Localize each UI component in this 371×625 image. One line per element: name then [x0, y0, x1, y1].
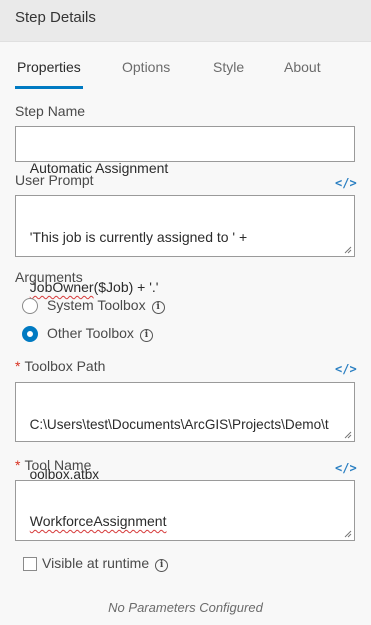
info-icon[interactable]: i [139, 329, 153, 342]
tool-name-value: WorkforceAssignment [29, 513, 167, 529]
tool-name-label-text: Tool Name [24, 457, 92, 473]
step-name-label: Step Name [15, 103, 86, 119]
code-icon[interactable]: </> [335, 176, 357, 190]
toolbox-path-label-text: Toolbox Path [24, 358, 106, 374]
user-prompt-line2-args: ($Job) + '.' [93, 279, 159, 295]
required-marker: * [15, 457, 21, 473]
required-marker: * [15, 358, 21, 374]
panel-title: Step Details [15, 9, 96, 26]
arguments-label: Arguments [15, 269, 83, 285]
radio-system-toolbox-label[interactable]: System Toolbox i [47, 297, 165, 314]
radio-system-toolbox[interactable] [22, 298, 38, 314]
tab-style[interactable]: Style [213, 59, 244, 75]
code-icon[interactable]: </> [335, 362, 357, 376]
tab-about[interactable]: About [284, 59, 321, 75]
info-icon[interactable]: i [151, 301, 165, 314]
resize-handle-icon[interactable] [344, 246, 352, 254]
other-toolbox-text: Other Toolbox [47, 325, 134, 341]
toolbox-path-label: * Toolbox Path [15, 358, 105, 374]
user-prompt-line1: 'This job is currently assigned to ' + [29, 229, 248, 245]
active-tab-indicator [15, 86, 83, 89]
code-icon[interactable]: </> [335, 461, 357, 475]
radio-other-toolbox-label[interactable]: Other Toolbox i [47, 325, 153, 342]
tool-name-textarea[interactable]: WorkforceAssignment [15, 480, 355, 541]
tab-options[interactable]: Options [122, 59, 170, 75]
info-icon[interactable]: i [155, 559, 169, 572]
visible-at-runtime-checkbox[interactable] [23, 557, 37, 571]
resize-handle-icon[interactable] [344, 431, 352, 439]
tab-bar: Properties Options Style About [0, 42, 371, 92]
user-prompt-label: User Prompt [15, 172, 94, 188]
toolbox-path-line1: C:\Users\test\Documents\ArcGIS\Projects\… [29, 417, 329, 432]
step-name-input[interactable]: Automatic Assignment [15, 126, 355, 176]
panel-header: Step Details [0, 0, 371, 42]
toolbox-path-textarea[interactable]: C:\Users\test\Documents\ArcGIS\Projects\… [15, 382, 355, 482]
tool-name-label: * Tool Name [15, 457, 91, 473]
resize-handle-icon[interactable] [344, 530, 352, 538]
visible-at-runtime-text: Visible at runtime [42, 555, 150, 571]
radio-other-toolbox[interactable] [22, 326, 38, 342]
no-parameters-note: No Parameters Configured [108, 600, 263, 615]
visible-at-runtime-label[interactable]: Visible at runtime i [42, 555, 169, 572]
user-prompt-textarea[interactable]: 'This job is currently assigned to ' + J… [15, 195, 355, 295]
system-toolbox-text: System Toolbox [47, 297, 146, 313]
tab-properties[interactable]: Properties [17, 59, 81, 75]
